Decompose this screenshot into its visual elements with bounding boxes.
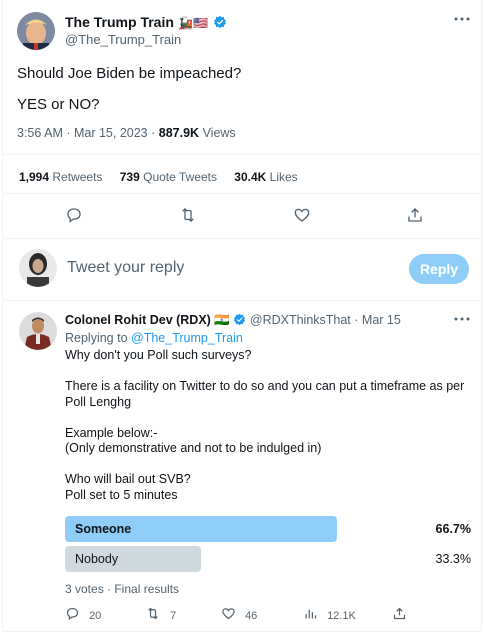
my-avatar[interactable] xyxy=(19,249,57,287)
reply-line: Who will bail out SVB? xyxy=(65,472,191,486)
author-name[interactable]: The Trump Train xyxy=(65,14,174,30)
reply-line xyxy=(65,457,475,473)
like-icon[interactable] xyxy=(293,206,311,224)
views-count: 12.1K xyxy=(327,610,356,622)
divider xyxy=(3,238,483,239)
likes-label: Likes xyxy=(269,170,298,184)
reply-line: Why don't you Poll such surveys? xyxy=(65,348,252,362)
retweets-label: Retweets xyxy=(52,170,103,184)
replying-to-label: Replying to xyxy=(65,331,128,345)
like-icon xyxy=(222,608,235,620)
views-label: Views xyxy=(202,126,236,140)
views-icon xyxy=(305,609,317,619)
like-count: 46 xyxy=(245,610,258,622)
more-options-icon[interactable] xyxy=(453,12,471,26)
verified-badge-icon xyxy=(213,15,226,29)
retweet-icon[interactable] xyxy=(178,206,198,224)
reply-author-avatar[interactable] xyxy=(19,312,57,350)
replying-to: Replying to @The_Trump_Train xyxy=(65,331,243,345)
tweet-stats: 1,994 Retweets 739 Quote Tweets 30.4K Li… xyxy=(19,170,298,184)
tweet-thread: The Trump Train 🚂🇺🇸 @The_Trump_Train Sho… xyxy=(2,0,483,632)
reply-actions: 20 7 46 12.1K xyxy=(65,606,475,624)
share-icon xyxy=(393,607,406,620)
retweets-count: 1,994 xyxy=(19,170,50,184)
poll: Someone 66.7% Nobody 33.3% xyxy=(65,516,475,574)
more-options-icon[interactable] xyxy=(453,312,471,326)
poll-option: Nobody 33.3% xyxy=(65,546,475,572)
reply-author-handle[interactable]: @RDXThinksThat xyxy=(250,313,351,327)
reply-replies-action[interactable]: 20 xyxy=(65,606,101,622)
reply-line: (Only demonstrative and not to be indulg… xyxy=(65,441,322,455)
reply-line xyxy=(65,410,475,426)
reply-likes-action[interactable]: 46 xyxy=(221,606,257,622)
divider xyxy=(3,300,483,301)
author-avatar[interactable] xyxy=(17,12,55,50)
reply-author-name[interactable]: Colonel Rohit Dev (RDX) xyxy=(65,313,211,327)
poll-option-label: Nobody xyxy=(75,552,119,566)
tweet-reply-input[interactable]: Tweet your reply xyxy=(67,259,184,277)
reply-icon[interactable] xyxy=(65,206,83,224)
views-count: 887.9K xyxy=(158,126,200,140)
tweet-text-line2: YES or NO? xyxy=(17,96,100,113)
quotes-label: Quote Tweets xyxy=(143,170,217,184)
poll-option-percent: 66.7% xyxy=(435,522,471,536)
replying-to-link[interactable]: @The_Trump_Train xyxy=(131,331,243,345)
reply-count: 20 xyxy=(89,610,102,622)
tweet-meta: 3:56 AM · Mar 15, 2023 · 887.9K Views xyxy=(17,126,236,140)
verified-badge-icon xyxy=(234,313,246,326)
reply-body: Why don't you Poll such surveys? There i… xyxy=(65,348,475,503)
reply-author-row: Colonel Rohit Dev (RDX) 🇮🇳 @RDXThinksTha… xyxy=(65,313,401,328)
reply-line: There is a facility on Twitter to do so … xyxy=(65,379,465,393)
train-emoji-icon: 🚂🇺🇸 xyxy=(178,16,209,30)
author-handle[interactable]: @The_Trump_Train xyxy=(65,32,181,47)
reply-date[interactable]: · Mar 15 xyxy=(354,313,401,327)
retweet-count: 7 xyxy=(170,610,177,622)
share-icon[interactable] xyxy=(406,206,424,224)
poll-option: Someone 66.7% xyxy=(65,516,475,542)
reply-views-action[interactable]: 12.1K xyxy=(303,606,356,622)
reply-line: Example below:- xyxy=(65,425,158,440)
retweets-stat[interactable]: 1,994 Retweets xyxy=(19,170,106,184)
likes-count: 30.4K xyxy=(234,170,267,184)
reply-icon xyxy=(66,607,79,621)
reply-share-action[interactable] xyxy=(392,606,407,622)
meta-separator: · xyxy=(151,126,159,140)
reply-button[interactable]: Reply xyxy=(409,254,469,284)
poll-option-percent: 33.3% xyxy=(435,552,471,566)
reply-line: Poll Lenghg xyxy=(65,394,132,409)
divider xyxy=(3,193,483,194)
likes-stat[interactable]: 30.4K Likes xyxy=(234,170,297,184)
author-name-row: The Trump Train 🚂🇺🇸 xyxy=(65,14,227,32)
tweet-timestamp[interactable]: 3:56 AM · Mar 15, 2023 xyxy=(17,126,148,140)
india-flag-icon: 🇮🇳 xyxy=(214,313,230,327)
tweet-text-line1: Should Joe Biden be impeached? xyxy=(17,65,242,82)
poll-option-label: Someone xyxy=(75,522,132,536)
quotes-count: 739 xyxy=(119,170,140,184)
reply-retweets-action[interactable]: 7 xyxy=(145,606,176,622)
poll-summary: 3 votes · Final results xyxy=(65,582,180,596)
quotes-stat[interactable]: 739 Quote Tweets xyxy=(120,170,221,184)
reply-line xyxy=(65,364,475,380)
divider xyxy=(3,154,483,155)
reply-line: Poll set to 5 minutes xyxy=(65,487,178,502)
retweet-icon xyxy=(148,607,158,620)
